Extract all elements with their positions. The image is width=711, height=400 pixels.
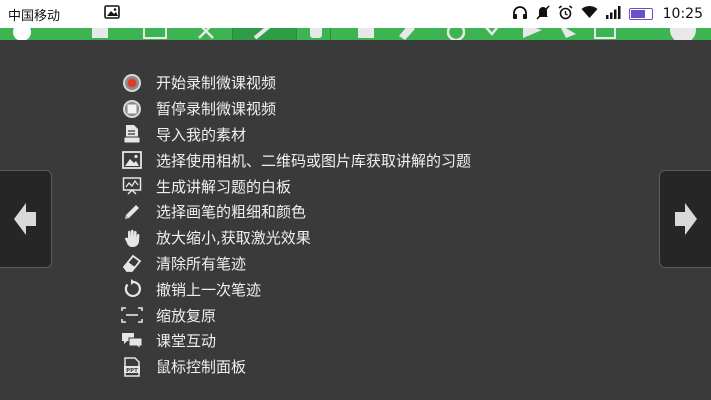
pause-icon (121, 99, 143, 119)
toolbar-whiteboard-icon[interactable] (355, 28, 377, 40)
headset-icon (512, 5, 528, 24)
ppt-icon: PPT (121, 356, 143, 377)
toolbar-undo-icon[interactable] (445, 28, 467, 40)
help-item-mouse-panel: PPT 鼠标控制面板 (121, 354, 471, 380)
status-bar: 中国移动 10:25 (0, 0, 711, 28)
toolbar (0, 28, 711, 40)
toolbar-close-icon[interactable] (195, 28, 217, 40)
toolbar-eraser-icon[interactable] (395, 28, 417, 40)
toolbar-image-icon[interactable] (142, 28, 168, 40)
toolbar-record-icon[interactable] (10, 28, 34, 40)
toolbar-separator (330, 28, 331, 40)
help-item-whiteboard: 生成讲解习题的白板 (121, 173, 471, 199)
toolbar-import-icon[interactable] (88, 28, 112, 40)
help-item-import: 导入我的素材 (121, 122, 471, 148)
carrier-name: 中国移动 (8, 8, 61, 24)
eraser-icon (121, 253, 143, 273)
undo-icon (121, 279, 143, 299)
toolbar-separator (232, 28, 233, 40)
restore-zoom-icon (121, 305, 143, 325)
toolbar-separator (296, 28, 297, 40)
toolbar-avatar-icon[interactable] (668, 28, 698, 40)
wifi-icon (581, 5, 598, 23)
whiteboard-icon (121, 176, 143, 196)
gallery-notification-icon (104, 5, 120, 23)
help-list: 开始录制微课视频 暂停录制微课视频 导入我的素材 选择使用相机、二维码或图片库获… (121, 70, 471, 380)
svg-text:PPT: PPT (126, 368, 138, 374)
toolbar-restore-zoom-icon[interactable] (480, 28, 502, 40)
arrow-left-icon (14, 203, 36, 235)
clock: 10:25 (662, 6, 703, 22)
chat-icon (121, 331, 143, 351)
import-icon (121, 124, 143, 144)
help-item-pen: 选择画笔的粗细和颜色 (121, 199, 471, 225)
next-page-button[interactable] (659, 170, 711, 268)
toolbar-ppt-icon[interactable] (593, 28, 617, 40)
signal-icon (605, 5, 621, 23)
image-icon (121, 150, 143, 170)
help-item-image: 选择使用相机、二维码或图片库获取讲解的习题 (121, 147, 471, 173)
battery-icon (628, 8, 653, 20)
arrow-right-icon (675, 203, 697, 235)
hand-icon (121, 228, 143, 248)
help-item-restore: 缩放复原 (121, 302, 471, 328)
record-icon (121, 73, 143, 93)
help-item-pause: 暂停录制微课视频 (121, 96, 471, 122)
toolbar-share-icon[interactable] (556, 28, 580, 40)
mute-icon (536, 4, 550, 24)
toolbar-chat-icon[interactable] (520, 28, 544, 40)
alarm-icon (558, 4, 573, 24)
help-item-zoom: 放大缩小,获取激光效果 (121, 225, 471, 251)
status-icons: 10:25 (512, 4, 703, 24)
prev-page-button[interactable] (0, 170, 52, 268)
toolbar-pen-icon[interactable] (252, 28, 276, 40)
help-item-record: 开始录制微课视频 (121, 70, 471, 96)
help-item-eraser: 清除所有笔迹 (121, 251, 471, 277)
toolbar-hand-icon[interactable] (305, 28, 327, 40)
help-item-interact: 课堂互动 (121, 328, 471, 354)
help-item-undo: 撤销上一次笔迹 (121, 276, 471, 302)
pen-icon (121, 202, 143, 222)
battery-fill (630, 10, 645, 18)
